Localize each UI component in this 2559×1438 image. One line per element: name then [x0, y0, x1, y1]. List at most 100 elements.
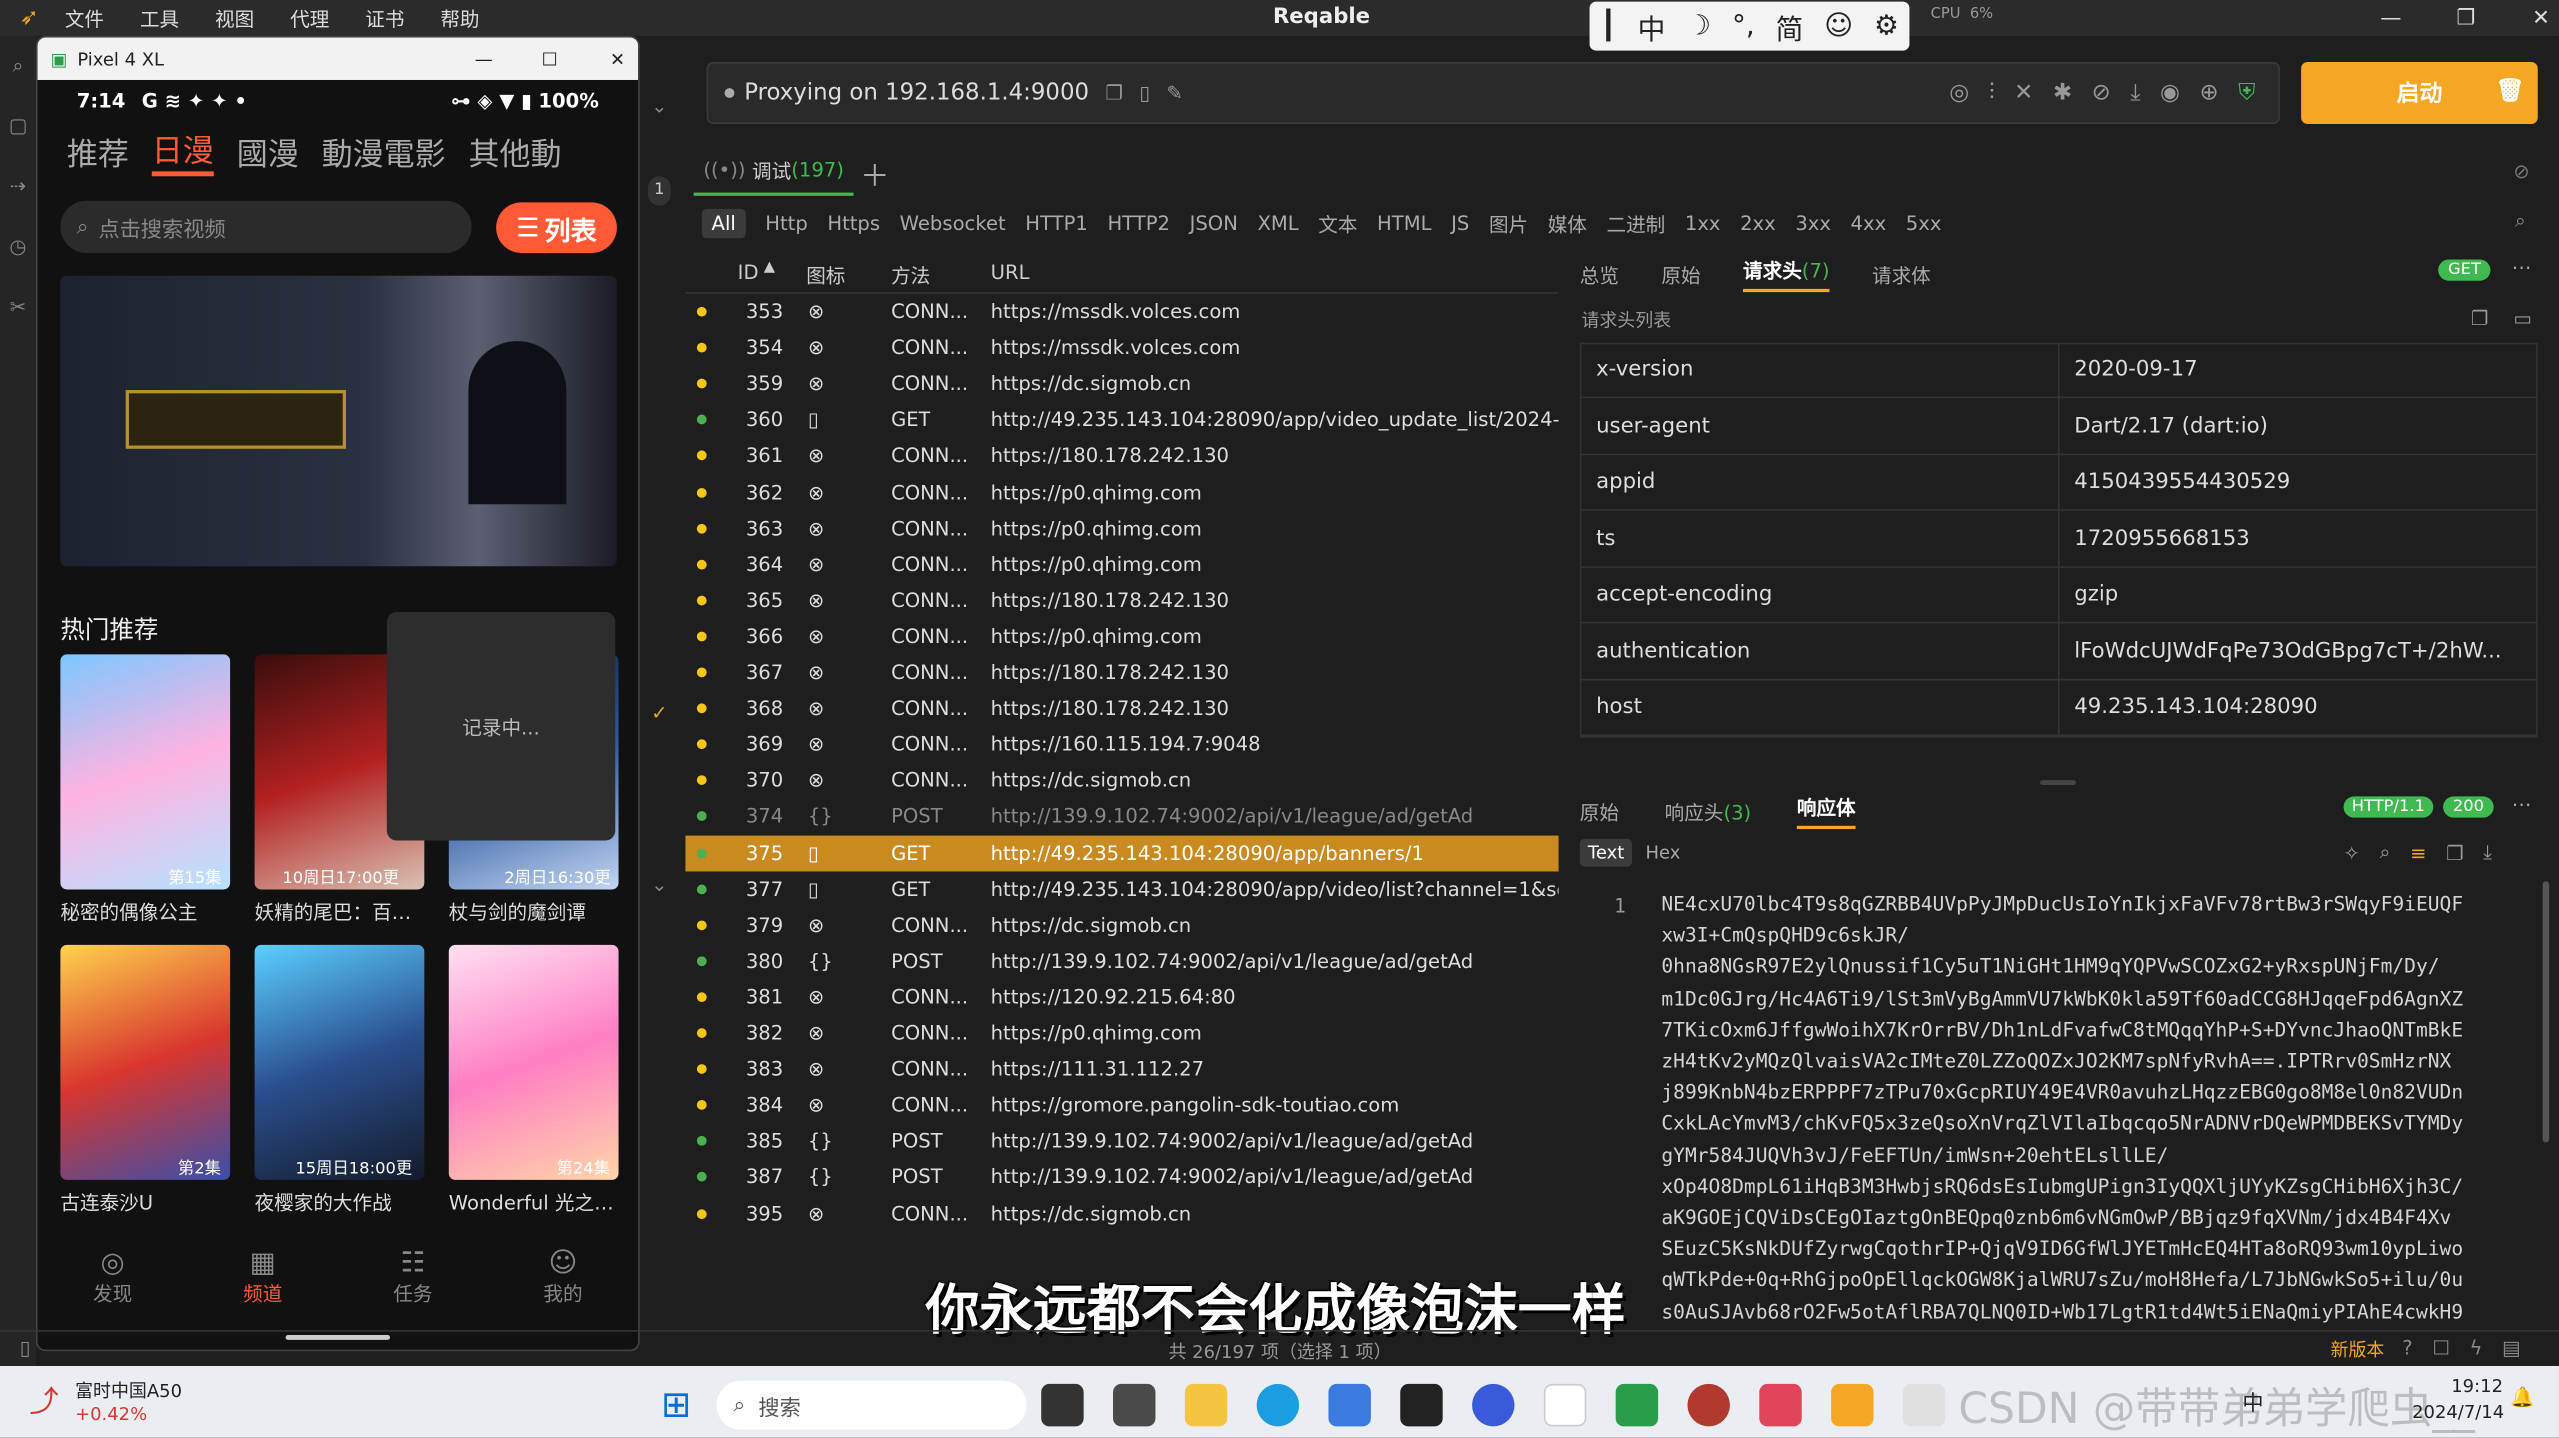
task-view-icon[interactable] — [1041, 1383, 1085, 1427]
table-row[interactable]: 365 ⊗ CONN... https://180.178.242.130 — [685, 582, 1558, 618]
filter-http1[interactable]: HTTP1 — [1025, 212, 1088, 235]
edge-icon[interactable] — [1257, 1383, 1300, 1427]
table-row[interactable]: 375 ▯ GET http://49.235.143.104:28090/app/b… — [685, 834, 1559, 871]
app-icon[interactable] — [1113, 1383, 1157, 1427]
header-row[interactable]: x-version 2020-09-17 — [1579, 343, 2538, 399]
filter-4xx[interactable]: 4xx — [1851, 212, 1887, 235]
app-icon[interactable] — [1760, 1383, 1803, 1427]
tab-recommend[interactable]: 推荐 — [67, 130, 129, 174]
wifi-off-icon[interactable]: ⊘ — [2513, 160, 2529, 183]
ime-charset[interactable]: 简 — [1776, 6, 1804, 47]
collapse-chevron-icon[interactable]: ⌄ — [651, 95, 667, 118]
copy-icon[interactable]: ❐ — [1105, 82, 1123, 105]
header-row[interactable]: user-agent Dart/2.17 (dart:io) — [1579, 399, 2538, 455]
header-row[interactable]: authentication lFoWdcUJWdFqPe73OdGBpg7cT+… — [1579, 624, 2538, 680]
tab-response-body[interactable]: 响应体 — [1796, 793, 1856, 830]
shield-icon[interactable]: ⛨ — [2238, 80, 2255, 106]
table-row[interactable]: 354 ⊗ CONN... https://mssdk.volces.com — [685, 330, 1558, 366]
filter-text[interactable]: 文本 — [1318, 210, 1357, 238]
tab-chinese-anime[interactable]: 國漫 — [237, 130, 299, 174]
copy-icon[interactable]: ❐ — [2471, 307, 2489, 330]
ime-settings-icon[interactable]: ⚙ — [1874, 10, 1899, 43]
phone-maximize-icon[interactable]: ☐ — [542, 48, 558, 69]
minimize-icon[interactable]: — — [2353, 6, 2428, 30]
file-icon[interactable]: ▭ — [2513, 307, 2532, 330]
menu-file[interactable]: 文件 — [65, 4, 104, 32]
table-row[interactable]: 385 {} POST http://139.9.102.74:9002/api/v1… — [685, 1123, 1558, 1159]
filter-https[interactable]: Https — [827, 212, 880, 235]
poster-card[interactable] — [448, 944, 619, 1180]
menu-tools[interactable]: 工具 — [140, 4, 179, 32]
table-row[interactable]: 387 {} POST http://139.9.102.74:9002/api/v1… — [685, 1159, 1558, 1195]
capture-icon[interactable]: ◎ — [1949, 80, 1969, 106]
table-row[interactable]: 361 ⊗ CONN... https://180.178.242.130 — [685, 438, 1558, 474]
sidebar-debug-icon[interactable]: ⌕ — [0, 36, 36, 96]
clock-time[interactable]: 19:12 — [2451, 1376, 2503, 1397]
notification-icon[interactable]: 🔔 — [2510, 1386, 2534, 1409]
start-button[interactable]: 启动 🗑 — [2301, 62, 2538, 125]
table-row[interactable]: 381 ⊗ CONN... https://120.92.215.64:80 — [685, 979, 1558, 1015]
response-body[interactable]: NE4cxU70lbc4T9s8qGZRBB4UVpPyJMpDucUsIoYn… — [1661, 889, 2526, 1328]
banner-image[interactable] — [60, 275, 617, 567]
tab-response-raw[interactable]: 原始 — [1580, 797, 1619, 825]
card-title[interactable]: 夜樱家的大作战 — [255, 1188, 392, 1216]
sidebar-tools-icon[interactable]: ✂ — [0, 277, 36, 337]
filter-websocket[interactable]: Websocket — [900, 212, 1006, 235]
device-icon[interactable]: ▯ — [1139, 82, 1150, 105]
help-icon[interactable]: ? — [2402, 1337, 2412, 1360]
tab-raw[interactable]: 原始 — [1661, 260, 1700, 288]
filter-1xx[interactable]: 1xx — [1685, 212, 1721, 235]
poster-card[interactable] — [60, 944, 231, 1180]
table-row[interactable]: 374 {} POST http://139.9.102.74:9002/api/v1… — [685, 799, 1558, 835]
lightning-icon[interactable]: ϟ — [2469, 1337, 2482, 1360]
column-id[interactable]: ID — [738, 261, 759, 284]
header-row[interactable]: host 49.235.143.104:28090 — [1579, 681, 2538, 737]
filter-binary[interactable]: 二进制 — [1607, 210, 1666, 238]
table-row[interactable]: 364 ⊗ CONN... https://p0.qhimg.com — [685, 546, 1558, 582]
column-method[interactable]: 方法 — [891, 261, 930, 289]
filter-html[interactable]: HTML — [1377, 212, 1432, 235]
card-title[interactable]: 妖精的尾巴：百… — [255, 898, 412, 926]
view-hex[interactable]: Hex — [1645, 842, 1680, 863]
view-text[interactable]: Text — [1579, 838, 1633, 867]
tray-ime[interactable]: 中 — [2242, 1386, 2263, 1416]
moon-icon[interactable]: ☽ — [1686, 10, 1711, 43]
filter-image[interactable]: 图片 — [1489, 210, 1528, 238]
table-row[interactable]: 363 ⊗ CONN... https://p0.qhimg.com — [685, 510, 1558, 546]
header-row[interactable]: accept-encoding gzip — [1579, 568, 2538, 624]
globe-icon[interactable]: ⊕ — [2200, 80, 2219, 106]
tab-request-body[interactable]: 请求体 — [1872, 260, 1931, 288]
filter-all[interactable]: All — [701, 208, 746, 239]
taskbar-search[interactable]: ⌕ 搜索 — [717, 1380, 1028, 1430]
sidebar-rewrite-icon[interactable]: ⇢ — [0, 157, 36, 217]
filter-js[interactable]: JS — [1451, 212, 1469, 235]
header-row[interactable]: ts 1720955668153 — [1579, 512, 2538, 568]
download-icon[interactable]: ⤓ — [2130, 80, 2140, 106]
tools-icon[interactable]: ✕ — [2014, 80, 2033, 106]
wrap-icon[interactable]: ≡ — [2410, 841, 2426, 864]
magic-wand-icon[interactable]: ✧ — [2344, 841, 2360, 864]
table-row[interactable]: 380 {} POST http://139.9.102.74:9002/api/v1… — [685, 943, 1558, 979]
panel-splitter[interactable] — [2040, 780, 2076, 785]
ime-drag-icon[interactable]: ┃ — [1600, 10, 1617, 43]
table-row[interactable]: 377 ▯ GET http://49.235.143.104:28090/app/v… — [685, 871, 1559, 907]
close-icon[interactable]: ✕ — [2503, 6, 2559, 30]
card-title[interactable]: Wonderful 光之… — [449, 1188, 614, 1216]
table-row[interactable]: 369 ⊗ CONN... https://160.115.194.7:9048 — [685, 727, 1558, 763]
nav-discover[interactable]: ◎ 发现 — [38, 1246, 188, 1306]
more-icon[interactable]: ⋯ — [2512, 256, 2532, 279]
table-row[interactable]: 379 ⊗ CONN... https://dc.sigmob.cn — [685, 907, 1558, 943]
menu-certificate[interactable]: 证书 — [365, 4, 404, 32]
terminal-icon[interactable] — [1400, 1383, 1444, 1427]
table-row[interactable]: 383 ⊗ CONN... https://111.31.112.27 — [685, 1051, 1558, 1087]
target-icon[interactable]: ◉ — [2160, 80, 2180, 106]
filter-media[interactable]: 媒体 — [1548, 210, 1587, 238]
maximize-icon[interactable]: ❐ — [2428, 6, 2503, 30]
clock-date[interactable]: 2024/7/14 — [2412, 1402, 2504, 1423]
filter-xml[interactable]: XML — [1257, 212, 1298, 235]
breakpoint-icon[interactable]: ⫶ — [1989, 80, 1995, 106]
table-row[interactable]: 360 ▯ GET http://49.235.143.104:28090/app/v… — [685, 402, 1559, 438]
filter-http2[interactable]: HTTP2 — [1107, 212, 1170, 235]
tab-japanese-anime[interactable]: 日漫 — [151, 127, 214, 177]
table-row[interactable]: 359 ⊗ CONN... https://dc.sigmob.cn — [685, 366, 1558, 402]
